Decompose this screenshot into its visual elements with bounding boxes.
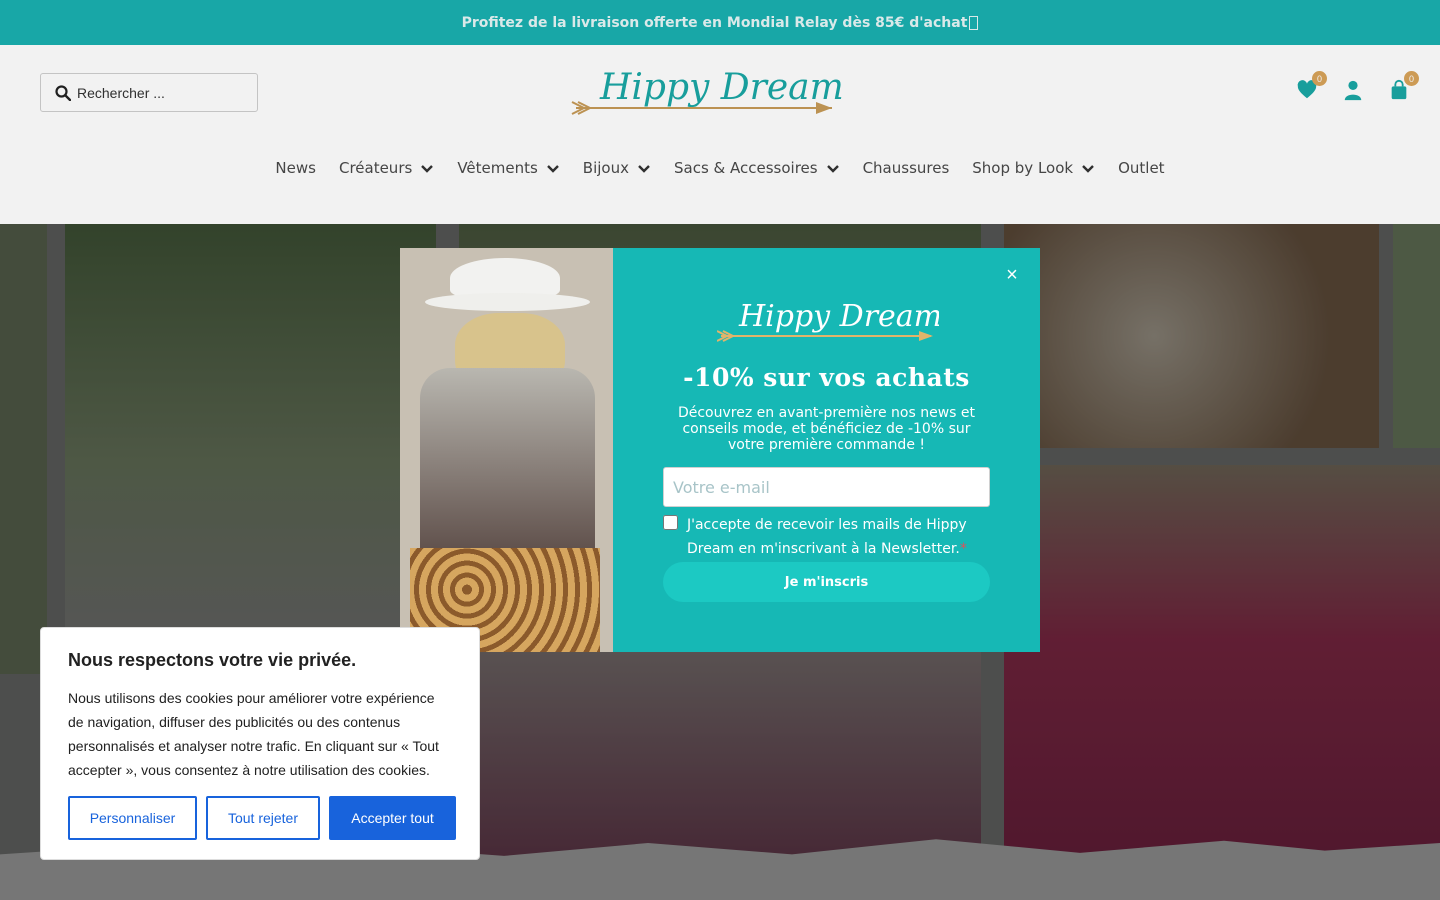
- site-logo[interactable]: Hippy Dream: [570, 61, 842, 127]
- wishlist-button[interactable]: 0: [1296, 71, 1327, 101]
- consent-label: J'accepte de recevoir les mails de Hippy…: [687, 513, 990, 561]
- nav-item-sacs-accessoires[interactable]: Sacs & Accessoires: [674, 159, 840, 177]
- logo-text: Hippy Dream: [599, 67, 842, 108]
- popup-description: Découvrez en avant-première nos news et …: [677, 405, 976, 453]
- nav-item-cr-ateurs[interactable]: Créateurs: [339, 159, 434, 177]
- popup-title: -10% sur vos achats: [683, 363, 970, 392]
- nav-item-label: News: [275, 159, 316, 177]
- cookie-title: Nous respectons votre vie privée.: [68, 650, 357, 670]
- nav-item-label: Shop by Look: [972, 159, 1074, 177]
- site-header: Rechercher ... Hippy Dream 0 0 News Créat…: [0, 45, 1440, 224]
- nav-item-label: Chaussures: [862, 159, 950, 177]
- nav-item-bijoux[interactable]: Bijoux: [583, 159, 651, 177]
- nav-item-label: Bijoux: [582, 159, 629, 177]
- nav-item-shop-by-look[interactable]: Shop by Look: [972, 159, 1095, 177]
- nav-item-chaussures[interactable]: Chaussures: [863, 159, 950, 177]
- popup-logo-text: Hippy Dream: [738, 299, 939, 334]
- cookie-banner: Nous respectons votre vie privée. Nous u…: [40, 627, 480, 860]
- search-input[interactable]: Rechercher ...: [77, 85, 165, 101]
- hero-photo-left-strip: [0, 224, 47, 674]
- wishlist-count-badge: 0: [1312, 71, 1327, 86]
- main-nav: News Créateurs Vêtements Bijoux Sacs & Acces…: [0, 159, 1440, 177]
- truck-icon: [969, 15, 979, 30]
- nav-item-label: Sacs & Accessoires: [673, 159, 818, 177]
- cart-count-badge: 0: [1404, 71, 1419, 86]
- nav-item-label: Vêtements: [457, 159, 538, 177]
- nav-item-news[interactable]: News: [275, 159, 316, 177]
- nav-item-label: Outlet: [1118, 159, 1165, 177]
- hero-photo-jewelry: [1004, 224, 1379, 448]
- chevron-down-icon: [826, 165, 839, 173]
- user-icon: [1344, 80, 1362, 101]
- popup-content: × Hippy Dream -10% sur vos achats Découv…: [613, 248, 1040, 652]
- email-input[interactable]: [663, 467, 990, 507]
- cookie-actions: Personnaliser Tout rejeter Accepter tout: [68, 796, 456, 840]
- consent-label-text: J'accepte de recevoir les mails de Hippy…: [687, 517, 967, 557]
- promo-text: Profitez de la livraison offerte en Mond…: [461, 14, 968, 31]
- search-box[interactable]: Rechercher ...: [40, 73, 258, 112]
- cookie-text: Nous utilisons des cookies pour améliore…: [68, 690, 439, 778]
- required-mark: *: [959, 541, 967, 557]
- chevron-down-icon: [1082, 165, 1094, 173]
- promo-bar: Profitez de la livraison offerte en Mond…: [0, 0, 1440, 45]
- hero-photo-leopard-top: [1004, 465, 1440, 900]
- subscribe-button[interactable]: Je m'inscris: [663, 562, 990, 602]
- consent-checkbox[interactable]: [663, 515, 678, 530]
- chevron-down-icon: [546, 165, 559, 173]
- cart-button[interactable]: 0: [1388, 71, 1419, 101]
- newsletter-consent[interactable]: J'accepte de recevoir les mails de Hippy…: [663, 513, 990, 561]
- nav-item-v-tements[interactable]: Vêtements: [457, 159, 559, 177]
- nav-item-label: Créateurs: [338, 159, 413, 177]
- account-button[interactable]: [1342, 79, 1364, 101]
- accept-all-cookies-button[interactable]: Accepter tout: [329, 796, 456, 840]
- reject-all-cookies-button[interactable]: Tout rejeter: [206, 796, 320, 840]
- nav-item-outlet[interactable]: Outlet: [1118, 159, 1164, 177]
- chevron-down-icon: [638, 165, 650, 173]
- header-icons: 0 0: [1296, 71, 1419, 101]
- close-popup-button[interactable]: ×: [1002, 265, 1022, 285]
- popup-model-photo: [400, 248, 613, 652]
- search-icon: [55, 84, 71, 101]
- popup-logo: Hippy Dream: [717, 299, 939, 342]
- hero-photo-right-strip: [1393, 224, 1440, 448]
- newsletter-popup: × Hippy Dream -10% sur vos achats Découv…: [400, 248, 1040, 652]
- chevron-down-icon: [421, 165, 434, 173]
- customize-cookies-button[interactable]: Personnaliser: [68, 796, 197, 840]
